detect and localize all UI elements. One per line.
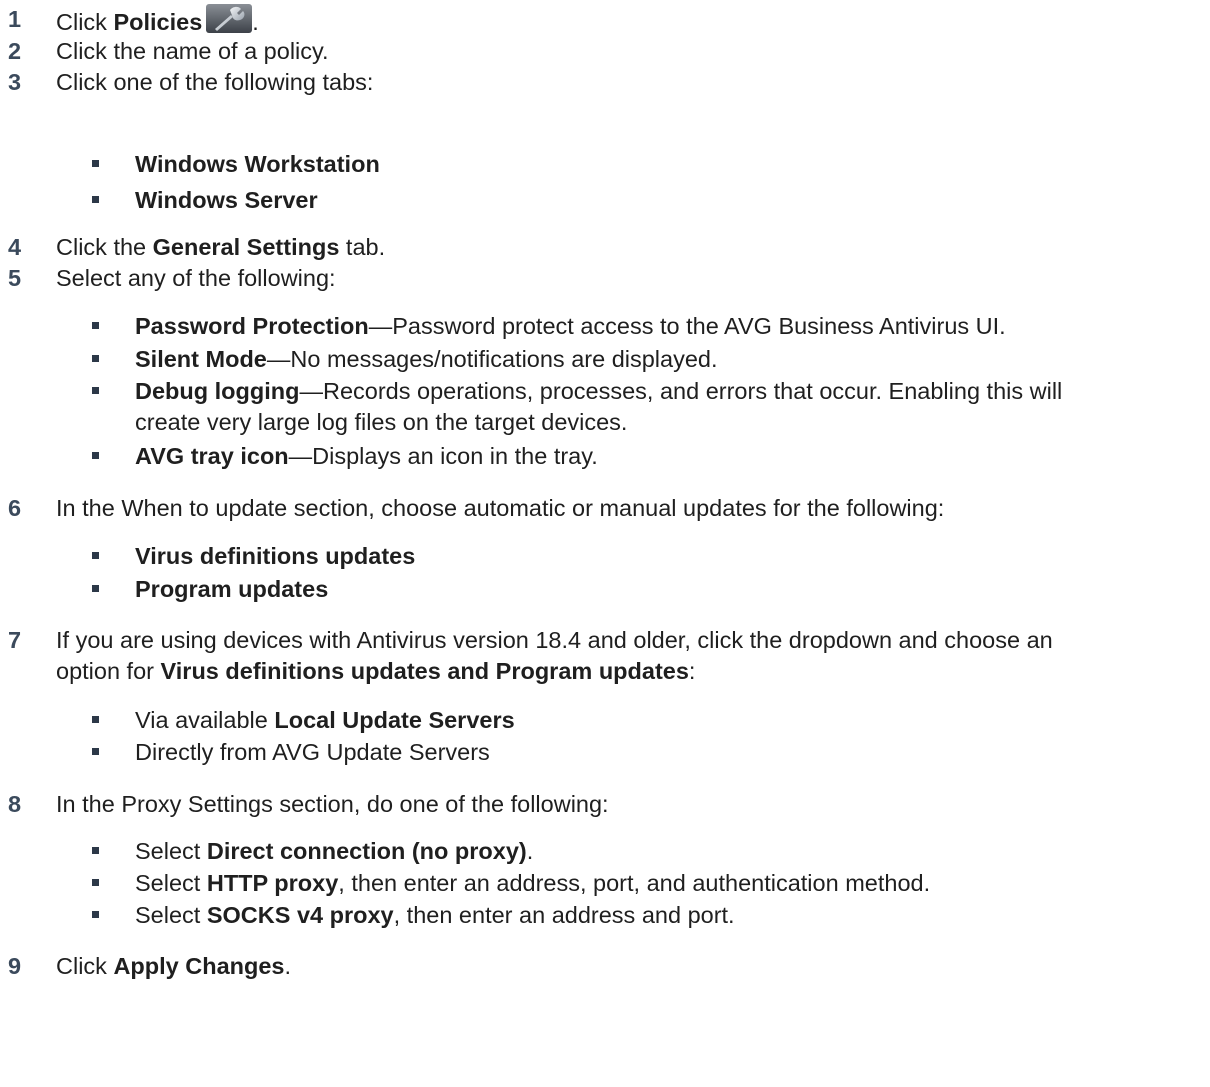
step-7: 7 If you are using devices with Antiviru… [0,625,1200,689]
step-text: Click Policies. [56,4,1200,38]
step-6: 6 In the When to update section, choose … [0,493,1200,524]
list-item: AVG tray icon—Displays an icon in the tr… [92,441,1192,472]
wrench-icon [206,4,253,33]
bullet-icon [92,585,99,592]
bullet-icon [92,355,99,362]
bullet-icon [92,196,99,203]
list-item: Windows Server [92,185,1192,216]
step-number: 8 [8,791,22,817]
list-item: Windows Workstation [92,149,1192,180]
step-9: 9 Click Apply Changes. [0,951,1200,982]
step-1: 1 Click Policies. [0,4,1200,38]
instructions-document: 1 Click Policies. 2 Click the name of a … [0,0,1210,1087]
list-item: Via available Local Update Servers [92,705,1192,736]
step-text: Click one of the following tabs: [56,69,374,95]
policies-label: Policies [113,9,203,35]
list-item: Virus definitions updates [92,541,1192,572]
list-item: Program updates [92,574,1192,605]
step-number: 7 [8,627,22,653]
step-text: Click Apply Changes. [56,953,292,979]
bullet-icon [92,160,99,167]
bullet-icon [92,552,99,559]
list-item: Directly from AVG Update Servers [92,737,1192,768]
step-4: 4 Click the General Settings tab. [0,232,1200,263]
bullet-icon [92,911,99,918]
bullet-icon [92,879,99,886]
step-text: Select any of the following: [56,265,336,291]
step-number: 3 [8,69,22,95]
bullet-icon [92,716,99,723]
list-item: Select HTTP proxy, then enter an address… [92,868,1192,899]
bullet-icon [92,322,99,329]
list-item: Password Protection—Password protect acc… [92,311,1192,342]
list-item: Select SOCKS v4 proxy, then enter an add… [92,900,1192,931]
apply-changes-label: Apply Changes [113,953,285,979]
step-3: 3 Click one of the following tabs: [0,67,1200,98]
step-number: 2 [8,38,22,64]
step-number: 9 [8,953,22,979]
bullet-icon [92,387,99,394]
step-text: If you are using devices with Antivirus … [56,627,1053,684]
step-2: 2 Click the name of a policy. [0,36,1200,67]
bullet-icon [92,452,99,459]
step-number: 4 [8,234,22,260]
bullet-icon [92,847,99,854]
bullet-icon [92,748,99,755]
list-item: Debug logging—Records operations, proces… [92,376,1192,438]
step-text: Click the General Settings tab. [56,234,386,260]
step-text: Click the name of a policy. [56,38,329,64]
step-text: In the When to update section, choose au… [56,495,945,521]
step-number: 5 [8,265,22,291]
step-text: In the Proxy Settings section, do one of… [56,791,609,817]
step-5: 5 Select any of the following: [0,263,1200,294]
step-number: 6 [8,495,22,521]
list-item: Select Direct connection (no proxy). [92,836,1192,867]
step-number: 1 [8,6,22,32]
list-item: Silent Mode—No messages/notifications ar… [92,344,1192,375]
step-8: 8 In the Proxy Settings section, do one … [0,789,1200,820]
